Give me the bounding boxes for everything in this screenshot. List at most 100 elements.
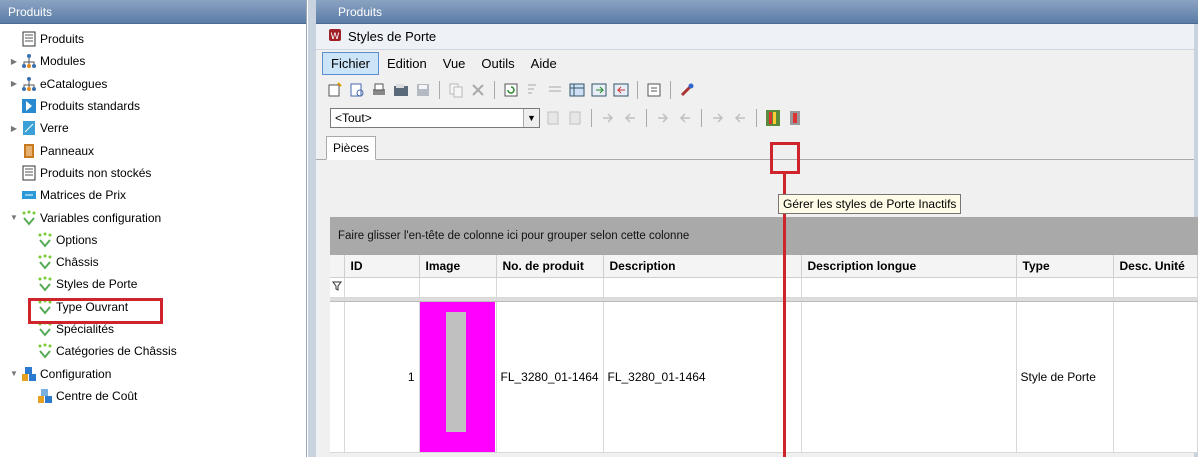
export-icon[interactable] [590,81,608,99]
cost-center-icon [36,387,53,404]
window-title-bar: W Styles de Porte [316,24,1198,50]
filter-toolbar: <Tout> ▼ [316,104,1198,132]
properties-icon[interactable] [645,81,663,99]
menu-aide[interactable]: Aide [523,53,565,74]
refresh-icon[interactable] [502,81,520,99]
tree-item-label: Matrices de Prix [40,188,127,203]
save-icon[interactable] [414,81,432,99]
filter-cell-id[interactable] [344,277,420,298]
column-header-type[interactable]: Type [1016,255,1114,278]
module-tree-icon [20,75,37,92]
filter-row-icon [330,277,345,298]
filter-cell-long-description[interactable] [801,277,1017,298]
expand-arrow-icon[interactable]: ▶ [8,57,20,66]
manage-inactive-styles-icon[interactable] [764,109,782,127]
table-row[interactable]: 1 FL_3280_01-1464 FL_3280_01-1464 Style … [330,301,1198,453]
print-icon[interactable] [370,81,388,99]
svg-text:W: W [331,32,340,42]
chevron-down-icon[interactable]: ▼ [523,109,539,127]
tree-item-styles-de-porte[interactable]: Styles de Porte [0,273,306,295]
filter-row [330,277,1198,298]
column-header-image[interactable]: Image [419,255,497,278]
filter-cell-unit-desc[interactable] [1113,277,1198,298]
cell-image [419,301,497,453]
filter-icon[interactable] [546,81,564,99]
variable-icon [36,343,53,360]
door-panel-shape [445,311,466,432]
color-tool-icon[interactable] [678,81,696,99]
tree-item-label: Styles de Porte [56,277,138,292]
toolbar-separator [591,109,592,127]
tree-item-panneaux[interactable]: Panneaux [0,139,306,161]
link-left-icon[interactable] [731,109,749,127]
doc-prev-icon[interactable] [544,109,562,127]
filter-cell-image[interactable] [419,277,497,298]
cell-unit-desc [1113,301,1198,453]
column-header-long-description[interactable]: Description longue [801,255,1017,278]
column-header-id[interactable]: ID [344,255,420,278]
move-left-icon[interactable] [676,109,694,127]
tab-pieces[interactable]: Pièces [326,136,377,160]
variable-icon [36,254,53,271]
tree-item-verre[interactable]: ▶ Verre [0,117,306,139]
expand-arrow-icon[interactable]: ▶ [8,124,20,133]
menu-vue[interactable]: Vue [435,53,474,74]
tree-item-ecatalogues[interactable]: ▶ eCatalogues [0,73,306,95]
tree-item-categories-de-chassis[interactable]: Catégories de Châssis [0,340,306,362]
column-header-unit-desc[interactable]: Desc. Unité [1113,255,1198,278]
tree-item-configuration[interactable]: ▼ Configuration [0,362,306,384]
group-by-bar[interactable]: Faire glisser l'en-tête de colonne ici p… [330,217,1198,255]
tree-item-produits-non-stockes[interactable]: Produits non stockés [0,162,306,184]
tree-item-label: Configuration [40,366,112,381]
data-grid: ID Image No. de produit Description Desc… [330,255,1198,453]
panel-icon [20,142,37,159]
tree-item-label: Verre [40,121,69,136]
tree-item-label: Variables configuration [40,210,162,225]
menu-fichier[interactable]: Fichier [322,51,380,75]
tree-item-chassis[interactable]: Châssis [0,251,306,273]
tree-item-produits-standards[interactable]: Produits standards [0,95,306,117]
door-style-inactive-icon[interactable] [786,109,804,127]
copy-icon[interactable] [447,81,465,99]
doc-next-icon[interactable] [566,109,584,127]
sort-icon[interactable] [524,81,542,99]
toolbar-separator [439,81,440,99]
filter-value: <Tout> [335,111,372,125]
tree-item-matrices-de-prix[interactable]: Matrices de Prix [0,184,306,206]
new-item-icon[interactable] [326,81,344,99]
open-icon[interactable] [392,81,410,99]
row-indicator-header [330,255,345,278]
arrow-right-icon[interactable] [599,109,617,127]
tree-item-label: Options [56,232,98,247]
glass-icon [20,120,37,137]
move-right-icon[interactable] [654,109,672,127]
filter-cell-product-no[interactable] [496,277,604,298]
tree-item-label: Modules [40,54,86,69]
tree-item-centre-de-cout[interactable]: Centre de Coût [0,385,306,407]
menu-outils[interactable]: Outils [473,53,522,74]
filter-combobox[interactable]: <Tout> ▼ [330,108,540,128]
tree-item-variables-configuration[interactable]: ▼ Variables configuration [0,206,306,228]
expand-arrow-icon[interactable]: ▶ [8,79,20,88]
filter-cell-type[interactable] [1016,277,1114,298]
delete-icon[interactable] [469,81,487,99]
column-header-product-no[interactable]: No. de produit [496,255,604,278]
tree-item-options[interactable]: Options [0,229,306,251]
column-header-description[interactable]: Description [603,255,802,278]
tree-item-produits[interactable]: Produits [0,28,306,50]
toolbar-separator [637,81,638,99]
products-tree: Produits ▶ Modules ▶ eCatalogues Produits sta… [0,24,306,407]
filter-cell-description[interactable] [603,277,802,298]
arrow-left-icon[interactable] [621,109,639,127]
tree-item-modules[interactable]: ▶ Modules [0,50,306,72]
cell-description: FL_3280_01-1464 [603,301,802,453]
grid-icon[interactable] [568,81,586,99]
menu-edition[interactable]: Edition [379,53,435,74]
collapse-arrow-icon[interactable]: ▼ [8,213,20,222]
collapse-arrow-icon[interactable]: ▼ [8,369,20,378]
link-right-icon[interactable] [709,109,727,127]
print-preview-icon[interactable] [348,81,366,99]
door-style-thumbnail [419,301,495,452]
import-icon[interactable] [612,81,630,99]
tree-item-label: Catégories de Châssis [56,344,177,359]
